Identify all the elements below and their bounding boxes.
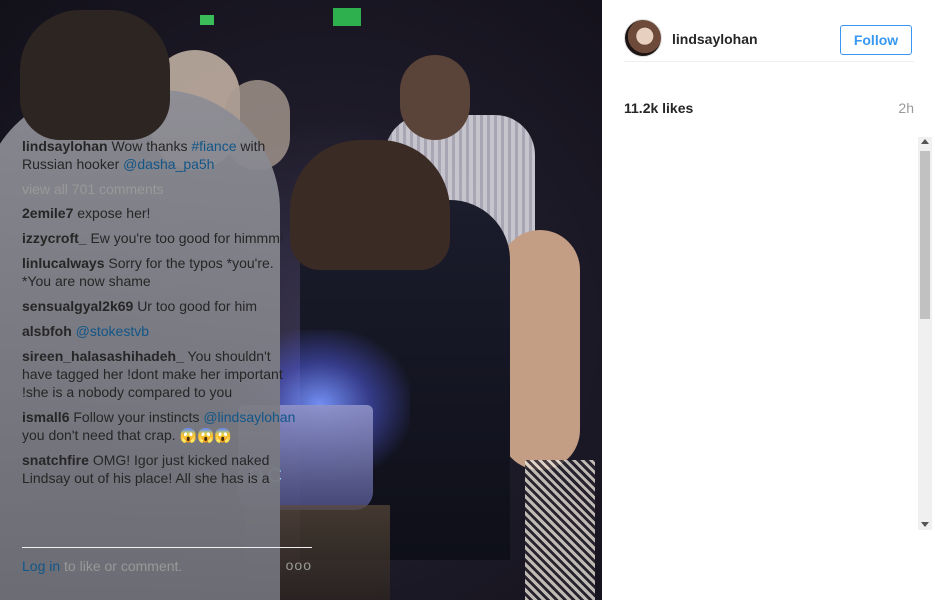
comment-prompt: Log in to like or comment. — [22, 558, 182, 574]
comment-username[interactable]: sireen_halasashihadeh_ — [22, 348, 184, 364]
comment-username[interactable]: 2emile7 — [22, 205, 73, 221]
comment: 2emile7 expose her! — [22, 204, 302, 222]
comment: sireen_halasashihadeh_ You shouldn't hav… — [22, 347, 302, 401]
comment-text: Follow your instincts — [73, 409, 204, 425]
person-head — [290, 140, 450, 270]
comment: izzycroft_ Ew you're too good for himmm! — [22, 229, 302, 247]
post-time[interactable]: 2h — [898, 100, 914, 116]
comment: sensualgyal2k69 Ur too good for him — [22, 297, 302, 315]
exit-sign — [200, 15, 214, 25]
person-arm — [500, 230, 580, 470]
comment-username[interactable]: alsbfoh — [22, 323, 72, 339]
comment: snatchfire OMG! Igor just kicked naked L… — [22, 451, 302, 487]
post-sidebar: lindsaylohan Follow 11.2k likes 2h — [602, 0, 935, 600]
comments-scrollbar[interactable] — [918, 137, 932, 530]
username[interactable]: lindsaylohan — [672, 31, 758, 47]
scroll-down-arrow-icon[interactable] — [921, 522, 929, 527]
comments-list[interactable]: lindsaylohan Wow thanks #fiance with Rus… — [22, 137, 302, 530]
mention-link[interactable]: @dasha_pa5h — [123, 156, 214, 172]
hashtag-link[interactable]: #fiance — [191, 138, 236, 154]
scroll-up-arrow-icon[interactable] — [921, 139, 929, 144]
comment: linlucalways Sorry for the typos *you're… — [22, 254, 302, 290]
person-head — [20, 10, 170, 140]
login-link[interactable]: Log in — [22, 558, 60, 574]
comment-username[interactable]: ismall6 — [22, 409, 69, 425]
comment-text: Ur too good for him — [137, 298, 258, 314]
comment: ismall6 Follow your instincts @lindsaylo… — [22, 408, 302, 444]
likes-row: 11.2k likes 2h — [624, 98, 914, 118]
comment-username[interactable]: sensualgyal2k69 — [22, 298, 133, 314]
more-options-icon[interactable]: ooo — [286, 557, 312, 573]
follow-button[interactable]: Follow — [840, 25, 912, 55]
mention-link[interactable]: @lindsaylohan — [203, 409, 295, 425]
comment-username[interactable]: linlucalways — [22, 255, 104, 271]
comment-username[interactable]: izzycroft_ — [22, 230, 87, 246]
likes-count[interactable]: 11.2k likes — [624, 100, 693, 116]
post-footer: Log in to like or comment. ooo — [22, 547, 312, 587]
comment: alsbfoh @stokestvb — [22, 322, 302, 340]
comment-text: Ew you're too good for himmm! — [90, 230, 284, 246]
exit-sign — [333, 8, 361, 26]
comment-text: expose her! — [77, 205, 151, 221]
view-all-comments-link[interactable]: view all 701 comments — [22, 180, 302, 198]
comment-username[interactable]: snatchfire — [22, 452, 89, 468]
lace-dress — [525, 460, 595, 600]
avatar[interactable] — [624, 19, 662, 57]
comment-username[interactable]: lindsaylohan — [22, 138, 108, 154]
caption-text: Wow thanks — [111, 138, 192, 154]
caption: lindsaylohan Wow thanks #fiance with Rus… — [22, 137, 302, 173]
mention-link[interactable]: @stokestvb — [76, 323, 149, 339]
comment-text: you don't need that crap. 😱😱😱 — [22, 427, 232, 443]
comment-prompt-text: to like or comment. — [60, 558, 183, 574]
scrollbar-thumb[interactable] — [920, 151, 930, 319]
person-head — [400, 55, 470, 140]
post-header: lindsaylohan Follow — [624, 18, 914, 62]
